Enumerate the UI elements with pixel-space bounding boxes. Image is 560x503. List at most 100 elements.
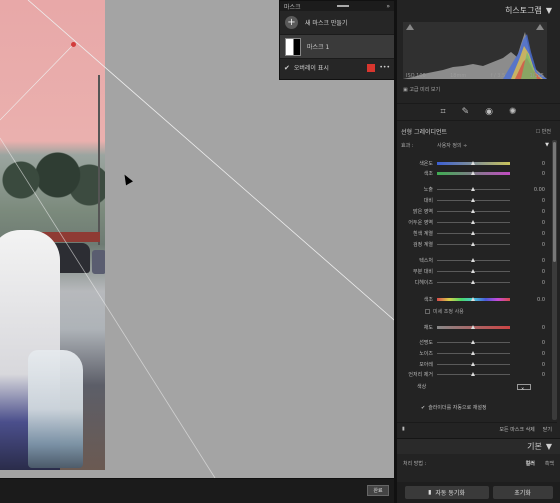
slider-value[interactable]: 0.00	[510, 187, 545, 193]
collapse-icon[interactable]: »	[386, 3, 390, 10]
color-row[interactable]: 색상 ✕	[417, 383, 547, 391]
slider-row[interactable]: 노출 0.00	[397, 186, 547, 194]
slider-value[interactable]: 0	[510, 351, 545, 357]
scrollbar-thumb[interactable]	[553, 142, 556, 262]
effect-value[interactable]: 사용자 정의 ÷	[437, 142, 467, 149]
slider-row[interactable]: 채도 0	[397, 324, 547, 332]
redeye-icon[interactable]: ◉	[485, 107, 493, 117]
slider-knob[interactable]	[471, 372, 475, 376]
color-option[interactable]: 컬러	[526, 460, 535, 467]
auto-sync-button[interactable]: ▮ 자동 동기화	[404, 486, 489, 499]
slider-value[interactable]: 0	[510, 242, 545, 248]
slider-row[interactable]: 검정 계열 0	[397, 241, 547, 249]
slider-row[interactable]: 노이즈 0	[397, 350, 547, 358]
create-mask-button[interactable]: + 새 마스크 만들기	[280, 11, 394, 35]
slider-track[interactable]	[437, 242, 510, 246]
reset-button[interactable]: 초기화	[492, 486, 553, 499]
slider-track[interactable]	[437, 280, 510, 284]
finetune-box[interactable]	[425, 309, 430, 314]
slider-knob[interactable]	[471, 325, 475, 329]
slider-track[interactable]	[437, 269, 510, 273]
overlay-toggle[interactable]: ✔ 오버레이 표시 •••	[280, 59, 394, 76]
drag-handle[interactable]	[337, 5, 350, 7]
slider-knob[interactable]	[471, 242, 475, 246]
slider-track[interactable]	[437, 231, 510, 235]
collapse-triangle-icon[interactable]: ▼	[546, 6, 552, 15]
slider-track[interactable]	[437, 171, 510, 175]
slider-row[interactable]: 모아레 0	[397, 361, 547, 369]
done-button[interactable]: 완료	[367, 485, 389, 496]
invert-checkbox[interactable]: ☐ 반전	[536, 128, 551, 135]
slider-track[interactable]	[437, 372, 510, 376]
slider-value[interactable]: 0	[510, 220, 545, 226]
sync-switch-icon[interactable]: ▮	[428, 489, 431, 496]
slider-knob[interactable]	[471, 161, 475, 165]
histogram-header[interactable]: 히스토그램 ▼	[397, 0, 560, 20]
heal-icon[interactable]: ✎	[462, 107, 470, 117]
slider-row[interactable]: 색조 0.0	[397, 296, 547, 304]
slider-track[interactable]	[437, 340, 510, 344]
bw-option[interactable]: 흑백	[545, 460, 554, 467]
original-photo-toggle[interactable]: ▣ 고급 미리 보기	[403, 86, 440, 93]
panel-scrollbar[interactable]	[552, 140, 557, 420]
slider-row[interactable]: 어두운 영역 0	[397, 219, 547, 227]
delete-all-masks-button[interactable]: 모든 마스크 삭제	[499, 426, 534, 433]
slider-knob[interactable]	[471, 280, 475, 284]
slider-value[interactable]: 0	[510, 231, 545, 237]
slider-knob[interactable]	[471, 171, 475, 175]
slider-knob[interactable]	[471, 340, 475, 344]
slider-track[interactable]	[437, 161, 510, 165]
slider-knob[interactable]	[471, 351, 475, 355]
slider-row[interactable]: 부분 대비 0	[397, 268, 547, 276]
check-icon[interactable]: ✔	[284, 64, 290, 72]
auto-check-icon[interactable]: ✔	[421, 405, 425, 411]
slider-row[interactable]: 밝은 영역 0	[397, 208, 547, 216]
effect-toggle-icon[interactable]: ▼	[545, 142, 549, 149]
slider-knob[interactable]	[471, 297, 475, 301]
gradient-pin[interactable]	[71, 42, 76, 47]
slider-value[interactable]: 0	[510, 171, 545, 177]
slider-track[interactable]	[437, 198, 510, 202]
slider-value[interactable]: 0	[510, 340, 545, 346]
slider-value[interactable]: 0	[510, 198, 545, 204]
close-mask-button[interactable]: 닫기	[543, 426, 552, 433]
slider-value[interactable]: 0	[510, 325, 545, 331]
slider-row[interactable]: 색온도 0	[397, 160, 547, 168]
slider-value[interactable]: 0	[510, 269, 545, 275]
slider-knob[interactable]	[471, 187, 475, 191]
slider-knob[interactable]	[471, 231, 475, 235]
histogram[interactable]	[403, 22, 547, 79]
slider-row[interactable]: 텍스처 0	[397, 257, 547, 265]
slider-row[interactable]: 언저리 제거 0	[397, 371, 547, 379]
slider-knob[interactable]	[471, 269, 475, 273]
slider-value[interactable]: 0.0	[510, 297, 545, 303]
effect-row[interactable]: 효과 : 사용자 정의 ÷ ▼	[401, 142, 549, 149]
slider-row[interactable]: 선명도 0	[397, 339, 547, 347]
slider-row[interactable]: 대비 0	[397, 197, 547, 205]
slider-knob[interactable]	[471, 209, 475, 213]
slider-track[interactable]	[437, 351, 510, 355]
slider-track[interactable]	[437, 220, 510, 224]
slider-row[interactable]: 디헤이즈 0	[397, 279, 547, 287]
slider-value[interactable]: 0	[510, 280, 545, 286]
color-picker-icon[interactable]: ✕	[517, 383, 531, 391]
slider-value[interactable]: 0	[510, 258, 545, 264]
slider-track[interactable]	[437, 362, 510, 366]
slider-knob[interactable]	[471, 258, 475, 262]
slider-value[interactable]: 0	[510, 209, 545, 215]
slider-track[interactable]	[437, 325, 510, 329]
slider-track[interactable]	[437, 187, 510, 191]
mask-panel-header[interactable]: 마스크 »	[280, 1, 394, 11]
slider-knob[interactable]	[471, 220, 475, 224]
mask-item-1[interactable]: 마스크 1	[280, 35, 394, 59]
finetune-checkbox[interactable]: 미세 조정 사용	[425, 308, 464, 315]
auto-reset-checkbox[interactable]: ✔ 슬라이더를 자동으로 재설정	[421, 404, 487, 412]
overlay-color-swatch[interactable]	[367, 63, 376, 72]
more-icon[interactable]: •••	[379, 64, 390, 71]
slider-track[interactable]	[437, 209, 510, 213]
basic-collapse-icon[interactable]: ▼	[546, 442, 552, 451]
slider-track[interactable]	[437, 297, 510, 301]
slider-row[interactable]: 흰색 계열 0	[397, 230, 547, 238]
slider-knob[interactable]	[471, 362, 475, 366]
slider-value[interactable]: 0	[510, 161, 545, 167]
